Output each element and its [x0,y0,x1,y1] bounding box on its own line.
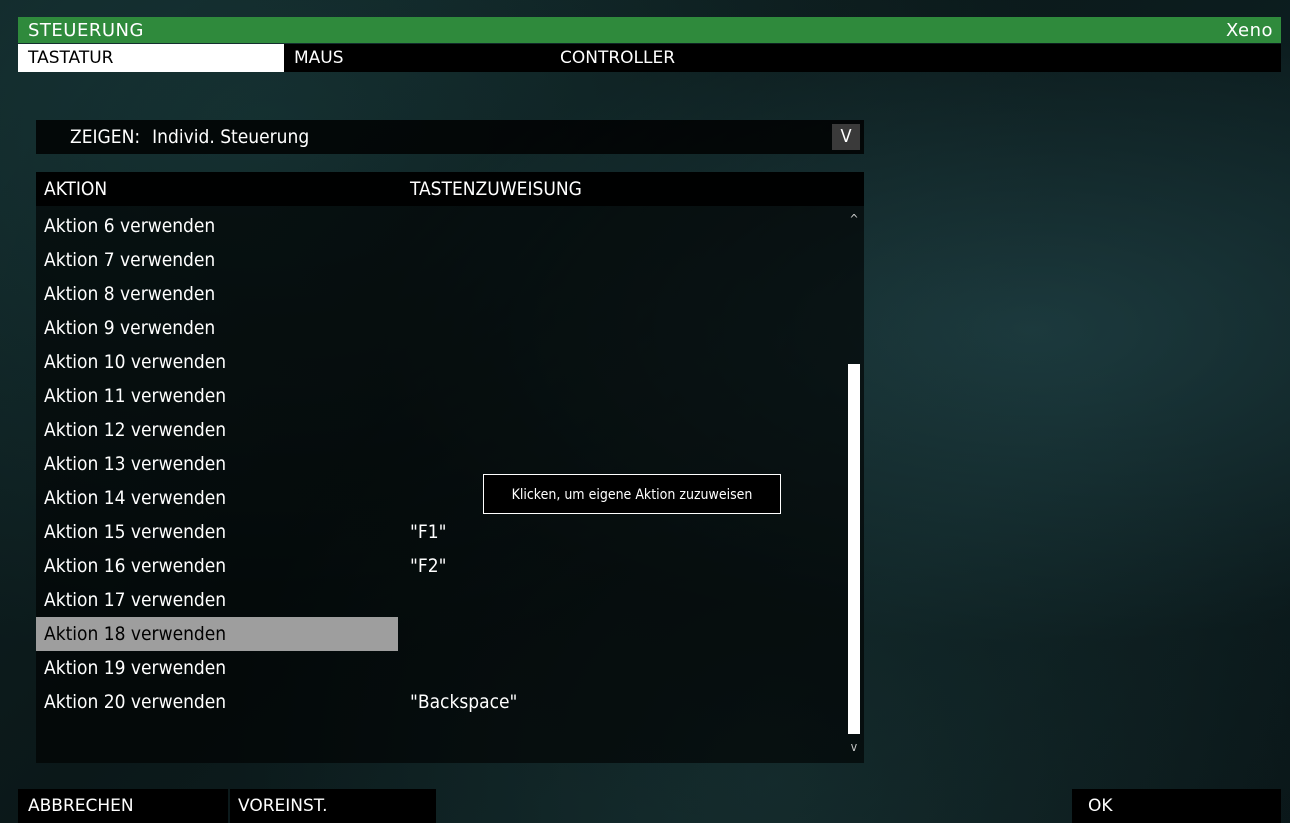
keybinding-row[interactable]: Aktion 12 verwenden [36,413,844,447]
keybinding-rows: Aktion 6 verwenden Aktion 7 verwenden Ak… [36,209,844,719]
tab-controller[interactable]: CONTROLLER [560,44,760,72]
tooltip: Klicken, um eigene Aktion zuzuweisen [483,474,781,514]
keybinding-list: AKTION TASTENZUWEISUNG Aktion 6 verwende… [36,172,864,763]
action-name: Aktion 9 verwenden [44,317,216,339]
show-filter-label: ZEIGEN: [70,126,141,148]
keybinding-row[interactable]: Aktion 17 verwenden [36,583,844,617]
keybinding-row[interactable]: Aktion 15 verwenden "F1" [36,515,844,549]
title-bar: STEUERUNG Xeno [18,17,1281,43]
keybinding-row[interactable]: Aktion 8 verwenden [36,277,844,311]
footer-bar: ABBRECHEN VOREINST. OK [18,789,1281,823]
action-name: Aktion 10 verwenden [44,351,227,373]
cancel-button[interactable]: ABBRECHEN [18,789,228,823]
action-name: Aktion 11 verwenden [44,385,227,407]
tab-mouse[interactable]: MAUS [294,44,414,72]
keybinding-row[interactable]: Aktion 11 verwenden [36,379,844,413]
action-name: Aktion 14 verwenden [44,487,227,509]
ok-button[interactable]: OK [1072,789,1281,823]
show-filter-row: ZEIGEN: Individ. Steuerung V [36,120,864,154]
list-header: AKTION TASTENZUWEISUNG [36,172,864,206]
key-binding[interactable]: "Backspace" [410,685,517,719]
tab-keyboard[interactable]: TASTATUR [18,44,284,72]
action-name: Aktion 17 verwenden [44,589,227,611]
action-name: Aktion 8 verwenden [44,283,216,305]
dialog-title: STEUERUNG [28,19,144,41]
scrollbar-track[interactable] [848,228,860,734]
keybinding-row[interactable]: Aktion 19 verwenden [36,651,844,685]
show-filter-select[interactable]: Individ. Steuerung [152,126,309,148]
action-name: Aktion 13 verwenden [44,453,227,475]
keybinding-row[interactable]: Aktion 10 verwenden [36,345,844,379]
player-name: Xeno [1225,19,1273,41]
keybinding-row[interactable]: Aktion 20 verwenden "Backspace" [36,685,844,719]
column-header-binding: TASTENZUWEISUNG [410,178,582,200]
scroll-up-icon[interactable]: ^ [848,212,860,226]
keybinding-row[interactable]: Aktion 7 verwenden [36,243,844,277]
action-name: Aktion 15 verwenden [44,521,227,543]
column-header-action: AKTION [44,178,108,200]
tab-bar: TASTATUR MAUS CONTROLLER [18,44,1281,72]
keybinding-row[interactable]: Aktion 9 verwenden [36,311,844,345]
action-name: Aktion 7 verwenden [44,249,216,271]
action-name: Aktion 12 verwenden [44,419,227,441]
chevron-down-icon[interactable]: V [832,124,860,150]
keybinding-row-selected[interactable]: Aktion 18 verwenden [36,617,844,651]
scrollbar-thumb[interactable] [848,364,860,734]
key-binding[interactable]: "F1" [410,515,446,549]
controls-dialog: STEUERUNG Xeno TASTATUR MAUS CONTROLLER … [0,0,1290,823]
action-name: Aktion 20 verwenden [44,691,227,713]
scroll-down-icon[interactable]: v [848,740,860,754]
action-name: Aktion 16 verwenden [44,555,227,577]
action-name: Aktion 19 verwenden [44,657,227,679]
keybinding-row[interactable]: Aktion 6 verwenden [36,209,844,243]
keybinding-row[interactable]: Aktion 16 verwenden "F2" [36,549,844,583]
action-name: Aktion 6 verwenden [44,215,216,237]
key-binding[interactable]: "F2" [410,549,446,583]
action-name: Aktion 18 verwenden [36,617,398,651]
defaults-button[interactable]: VOREINST. [230,789,436,823]
